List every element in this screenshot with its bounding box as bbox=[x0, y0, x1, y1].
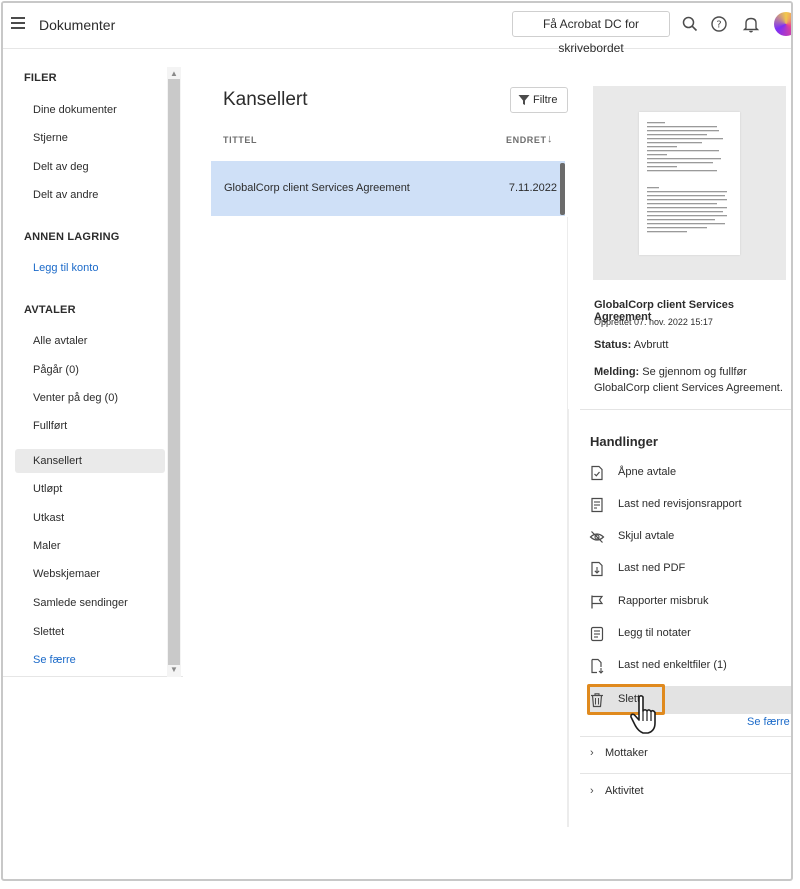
sidebar-item-shared-by-you[interactable]: Delt av deg bbox=[15, 155, 165, 179]
chevron-right-icon: › bbox=[590, 747, 594, 759]
activity-accordion[interactable]: › Aktivitet bbox=[590, 781, 790, 805]
sidebar-item-all-agreements[interactable]: Alle avtaler bbox=[15, 329, 165, 353]
action-label: Skjul avtale bbox=[618, 530, 675, 542]
chevron-right-icon: › bbox=[590, 785, 594, 797]
document-thumbnail bbox=[639, 112, 740, 255]
download-pdf-icon bbox=[591, 561, 603, 577]
app-window: Dokumenter Få Acrobat DC for skriveborde… bbox=[1, 1, 793, 881]
actions-heading: Handlinger bbox=[590, 434, 658, 449]
action-open-agreement[interactable]: Åpne avtale bbox=[587, 459, 791, 487]
action-add-notes[interactable]: Legg til notater bbox=[587, 620, 791, 648]
help-icon[interactable]: ? bbox=[710, 15, 728, 33]
add-account-link[interactable]: Legg til konto bbox=[15, 256, 165, 280]
menu-icon[interactable] bbox=[11, 17, 25, 31]
notes-icon bbox=[590, 626, 604, 642]
action-label: Rapporter misbruk bbox=[618, 595, 709, 607]
document-preview[interactable] bbox=[593, 86, 786, 280]
sidebar-item-deleted[interactable]: Slettet bbox=[15, 620, 165, 644]
sidebar-item-waiting-for-you[interactable]: Venter på deg (0) bbox=[15, 386, 165, 410]
sidebar-item-shared-by-others[interactable]: Delt av andre bbox=[15, 183, 165, 207]
top-bar: Dokumenter Få Acrobat DC for skriveborde… bbox=[3, 3, 791, 55]
column-header-modified[interactable]: ENDRET bbox=[506, 135, 547, 145]
see-fewer-link[interactable]: Se færre bbox=[15, 648, 165, 672]
action-label: Last ned PDF bbox=[618, 562, 686, 574]
recipients-label: Mottaker bbox=[605, 747, 648, 759]
audit-report-icon bbox=[591, 497, 603, 513]
column-header-title[interactable]: TITTEL bbox=[223, 135, 257, 145]
bell-icon[interactable] bbox=[742, 15, 760, 33]
recipients-accordion[interactable]: › Mottaker bbox=[590, 743, 790, 767]
sidebar-item-starred[interactable]: Stjerne bbox=[15, 126, 165, 150]
sidebar-item-completed[interactable]: Fullført bbox=[15, 414, 165, 438]
sidebar-item-templates[interactable]: Maler bbox=[15, 534, 165, 558]
scroll-up-icon[interactable]: ▲ bbox=[169, 69, 179, 79]
divider bbox=[580, 773, 791, 774]
status-line: Status: Avbrutt bbox=[594, 339, 668, 351]
activity-label: Aktivitet bbox=[605, 785, 644, 797]
see-fewer-actions-link[interactable]: Se færre bbox=[747, 716, 790, 728]
row-title: GlobalCorp client Services Agreement bbox=[224, 182, 410, 194]
action-download-audit-report[interactable]: Last ned revisjonsrapport bbox=[587, 491, 791, 519]
action-download-pdf[interactable]: Last ned PDF bbox=[587, 555, 791, 583]
status-value: Avbrutt bbox=[633, 339, 669, 351]
action-report-abuse[interactable]: Rapporter misbruk bbox=[587, 588, 791, 616]
action-hide-agreement[interactable]: Skjul avtale bbox=[587, 523, 791, 551]
table-row[interactable]: GlobalCorp client Services Agreement 7.1… bbox=[211, 161, 565, 216]
message-line: Melding: Se gjennom og fullfør GlobalCor… bbox=[594, 364, 784, 396]
section-heading-other-storage: ANNEN LAGRING bbox=[24, 231, 120, 243]
sidebar: FILER Dine dokumenter Stjerne Delt av de… bbox=[3, 63, 183, 677]
divider bbox=[580, 736, 791, 737]
sidebar-item-expired[interactable]: Utløpt bbox=[15, 477, 165, 501]
avatar[interactable] bbox=[774, 12, 791, 36]
action-label: Legg til notater bbox=[618, 627, 691, 639]
action-label: Last ned revisjonsrapport bbox=[618, 498, 742, 510]
get-acrobat-button[interactable]: Få Acrobat DC for skrivebordet bbox=[512, 11, 670, 55]
search-icon[interactable] bbox=[681, 15, 699, 33]
details-border bbox=[568, 409, 569, 827]
flag-icon bbox=[591, 595, 604, 609]
filter-button[interactable]: Filtre bbox=[510, 87, 568, 113]
action-label: Åpne avtale bbox=[618, 466, 677, 478]
scroll-down-icon[interactable]: ▼ bbox=[169, 665, 179, 675]
created-date: Opprettet 07. nov. 2022 15:17 bbox=[594, 317, 713, 327]
download-files-icon bbox=[591, 658, 604, 674]
filter-label: Filtre bbox=[533, 94, 558, 106]
section-heading-files: FILER bbox=[24, 72, 57, 84]
app-title: Dokumenter bbox=[39, 17, 116, 33]
hand-cursor-icon bbox=[630, 694, 656, 734]
sidebar-item-web-forms[interactable]: Webskjemaer bbox=[15, 562, 165, 586]
list-scrollbar-thumb[interactable] bbox=[560, 163, 565, 215]
sort-down-icon[interactable]: ↓ bbox=[547, 133, 553, 145]
action-download-files[interactable]: Last ned enkeltfiler (1) bbox=[587, 652, 791, 680]
svg-text:?: ? bbox=[716, 20, 721, 31]
sidebar-item-cancelled[interactable]: Kansellert bbox=[15, 449, 165, 473]
hide-icon bbox=[589, 531, 605, 543]
scrollbar-thumb[interactable] bbox=[168, 79, 180, 665]
filter-icon bbox=[518, 95, 530, 105]
open-agreement-icon bbox=[591, 465, 603, 481]
sidebar-item-your-documents[interactable]: Dine dokumenter bbox=[15, 98, 165, 122]
sidebar-item-in-progress[interactable]: Pågår (0) bbox=[15, 358, 165, 382]
action-label: Last ned enkeltfiler (1) bbox=[618, 659, 727, 671]
sidebar-item-drafts[interactable]: Utkast bbox=[15, 506, 165, 530]
divider bbox=[580, 409, 791, 410]
message-label: Melding: bbox=[594, 366, 640, 378]
status-label: Status: bbox=[594, 339, 632, 351]
sidebar-scrollbar[interactable]: ▲ ▼ bbox=[167, 67, 181, 677]
page-title: Kansellert bbox=[223, 89, 308, 110]
sidebar-item-bulk-sends[interactable]: Samlede sendinger bbox=[15, 591, 165, 615]
row-date: 7.11.2022 bbox=[508, 182, 557, 194]
section-heading-agreements: AVTALER bbox=[24, 304, 76, 316]
